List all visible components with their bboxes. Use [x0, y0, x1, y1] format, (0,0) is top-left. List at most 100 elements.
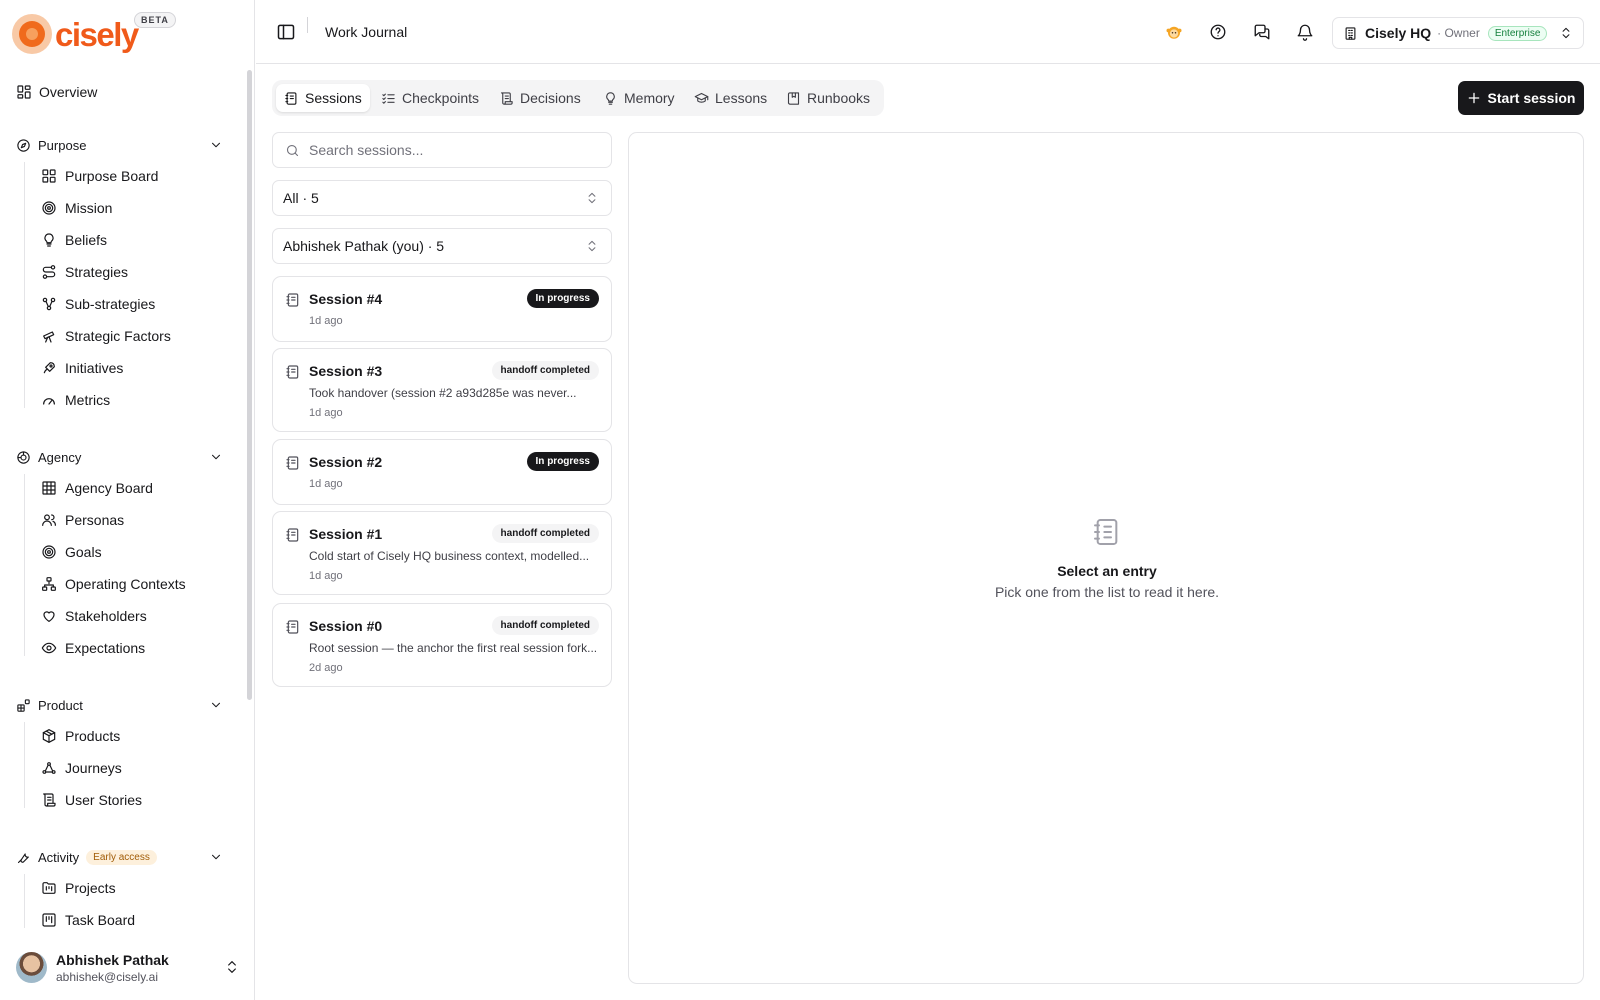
- sidebar-item-expectations[interactable]: Expectations: [41, 636, 145, 660]
- blocks-icon: [17, 698, 30, 712]
- status-badge: In progress: [526, 452, 599, 471]
- sidebar-item-mission[interactable]: Mission: [41, 196, 112, 220]
- gauge-icon: [43, 398, 55, 405]
- start-session-button[interactable]: Start session: [1458, 81, 1584, 115]
- chevrons-up-down-icon: [228, 961, 236, 973]
- session-time: 1d ago: [309, 570, 343, 582]
- top-bar: Work Journal Cisely HQ · Owner Enterpris…: [256, 0, 1600, 64]
- tab-lessons[interactable]: Lessons: [686, 84, 775, 112]
- sidebar-toggle-icon[interactable]: [276, 22, 296, 42]
- bell-icon[interactable]: [1296, 23, 1314, 41]
- sidebar-item-task-board[interactable]: Task Board: [41, 908, 135, 928]
- sidebar-item-user-stories[interactable]: User Stories: [41, 788, 142, 812]
- grid-icon: [42, 481, 56, 495]
- sidebar-item-label: Operating Contexts: [65, 576, 186, 592]
- user-menu[interactable]: Abhishek Pathak abhishek@cisely.ai: [16, 952, 242, 986]
- org-switcher[interactable]: Cisely HQ · Owner Enterprise: [1332, 17, 1584, 49]
- owner-filter-select[interactable]: Abhishek Pathak (you) · 5: [272, 228, 612, 264]
- early-access-badge: Early access: [86, 849, 157, 865]
- section-title: Agency: [38, 449, 82, 465]
- section-title: Product: [38, 697, 83, 713]
- agency-group: Agency Board Personas Goals Operating Co…: [24, 474, 234, 656]
- sidebar-item-purpose-board[interactable]: Purpose Board: [41, 164, 158, 188]
- telescope-icon: [43, 331, 55, 343]
- status-filter-select[interactable]: All · 5: [272, 180, 612, 216]
- sidebar-item-label: Strategic Factors: [65, 328, 171, 344]
- search-icon: [286, 144, 299, 157]
- notebook-icon: [286, 293, 299, 307]
- notebook-icon: [1094, 519, 1118, 545]
- help-circle-icon[interactable]: [1209, 23, 1227, 41]
- session-card[interactable]: Session #1 handoff completed Cold start …: [272, 511, 612, 595]
- session-title: Session #0: [309, 618, 383, 634]
- status-badge: In progress: [526, 289, 599, 308]
- sidebar-item-label: Goals: [65, 544, 102, 560]
- sidebar-item-label: Mission: [65, 200, 113, 216]
- folder-kanban-icon: [42, 882, 56, 894]
- avatar: [16, 952, 47, 983]
- cisely-logo-icon: [12, 14, 52, 54]
- beta-badge: BETA: [134, 12, 176, 28]
- section-purpose-toggle[interactable]: Purpose: [16, 134, 230, 156]
- sidebar-item-sub-strategies[interactable]: Sub-strategies: [41, 292, 155, 316]
- sidebar-item-products[interactable]: Products: [41, 724, 120, 748]
- sidebar-item-metrics[interactable]: Metrics: [41, 388, 110, 412]
- tab-memory[interactable]: Memory: [595, 84, 683, 112]
- status-badge: handoff completed: [491, 616, 599, 635]
- notebook-icon: [285, 91, 297, 105]
- lightbulb-icon: [606, 91, 615, 105]
- tab-checkpoints[interactable]: Checkpoints: [373, 84, 487, 112]
- sidebar-item-beliefs[interactable]: Beliefs: [41, 228, 107, 252]
- building-icon: [1345, 26, 1356, 40]
- tab-decisions[interactable]: Decisions: [491, 84, 589, 112]
- waypoints-icon: [42, 762, 56, 774]
- section-agency-toggle[interactable]: Agency: [16, 446, 230, 468]
- agency-icon: [17, 450, 30, 464]
- page-title: Work Journal: [325, 24, 408, 40]
- mascot-icon[interactable]: [1165, 23, 1183, 41]
- tab-runbooks[interactable]: Runbooks: [778, 84, 878, 112]
- sidebar-item-label: Personas: [65, 512, 125, 528]
- tab-sessions[interactable]: Sessions: [276, 84, 370, 112]
- sidebar-item-label: Journeys: [65, 760, 122, 776]
- sidebar-item-agency-board[interactable]: Agency Board: [41, 476, 153, 500]
- sidebar-item-goals[interactable]: Goals: [41, 540, 102, 564]
- search-input[interactable]: [309, 133, 605, 167]
- sidebar-item-label: Purpose Board: [65, 168, 159, 184]
- scroll-icon: [500, 91, 513, 105]
- package-icon: [42, 729, 56, 743]
- sidebar-item-label: Beliefs: [65, 232, 108, 248]
- sidebar: cisely BETA Overview Purpose Purpose Boa…: [0, 0, 255, 1000]
- section-activity-toggle[interactable]: Activity Early access: [16, 846, 230, 868]
- sidebar-item-overview[interactable]: Overview: [16, 80, 97, 104]
- session-summary: Took handover (session #2 a93d285e was n…: [309, 386, 577, 400]
- plus-icon: [1468, 92, 1479, 104]
- tab-label: Runbooks: [807, 90, 871, 106]
- chevron-down-icon: [211, 142, 221, 148]
- sidebar-item-projects[interactable]: Projects: [41, 876, 116, 900]
- messages-icon[interactable]: [1253, 23, 1271, 41]
- sidebar-item-strategies[interactable]: Strategies: [41, 260, 128, 284]
- sidebar-item-personas[interactable]: Personas: [41, 508, 124, 532]
- section-product-toggle[interactable]: Product: [16, 694, 230, 716]
- sidebar-item-operating-contexts[interactable]: Operating Contexts: [41, 572, 186, 596]
- tab-label: Memory: [624, 90, 675, 106]
- tab-label: Decisions: [520, 90, 581, 106]
- sidebar-item-initiatives[interactable]: Initiatives: [41, 356, 123, 380]
- session-card[interactable]: Session #4 In progress 1d ago: [272, 276, 612, 342]
- brand-name: cisely: [55, 15, 139, 53]
- sidebar-scrollbar[interactable]: [247, 70, 252, 700]
- sidebar-item-journeys[interactable]: Journeys: [41, 756, 122, 780]
- sidebar-item-stakeholders[interactable]: Stakeholders: [41, 604, 147, 628]
- session-card[interactable]: Session #0 handoff completed Root sessio…: [272, 603, 612, 687]
- session-card[interactable]: Session #3 handoff completed Took handov…: [272, 348, 612, 432]
- heart-icon: [43, 611, 55, 622]
- org-role: · Owner: [1437, 26, 1480, 40]
- sidebar-item-strategic-factors[interactable]: Strategic Factors: [41, 324, 171, 348]
- chevron-down-icon: [211, 854, 221, 860]
- target-icon: [42, 201, 56, 215]
- brand-logo[interactable]: cisely BETA: [12, 12, 176, 56]
- product-group: Products Journeys User Stories: [24, 722, 234, 808]
- chevrons-up-down-icon: [1562, 27, 1570, 39]
- session-card[interactable]: Session #2 In progress 1d ago: [272, 439, 612, 505]
